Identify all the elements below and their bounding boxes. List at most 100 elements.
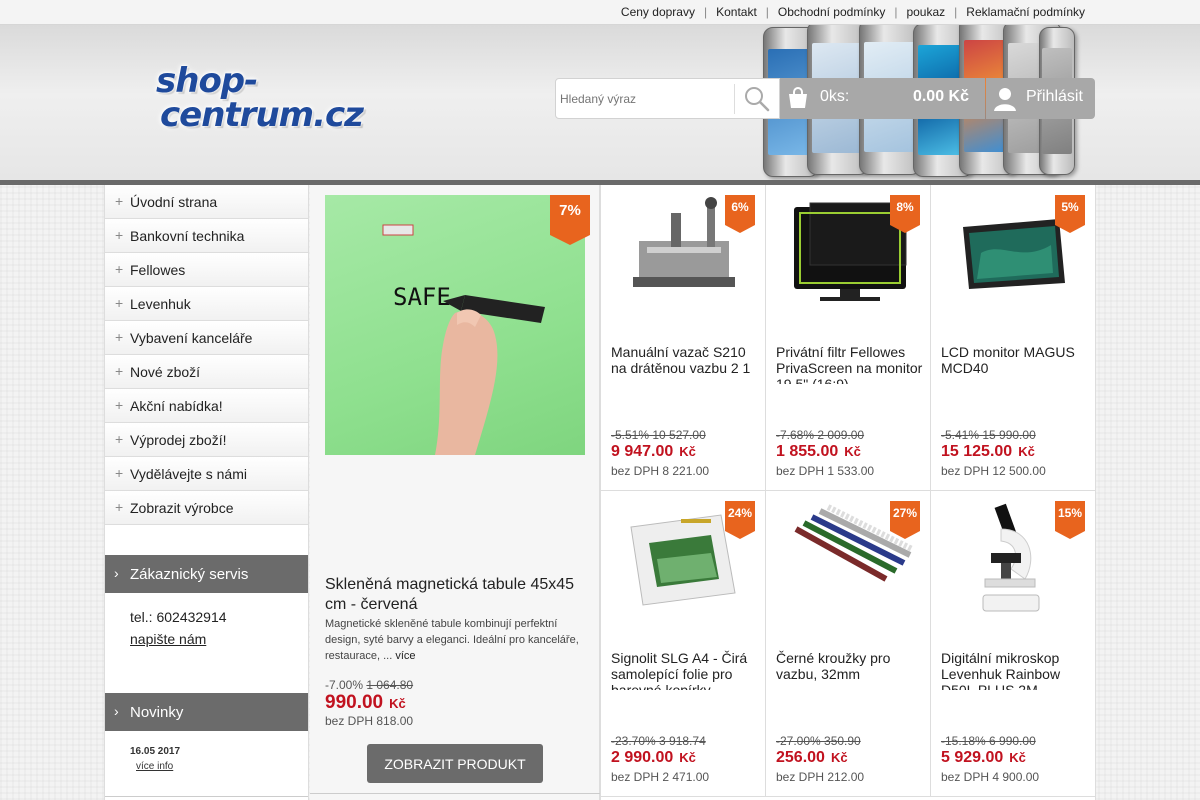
product-name[interactable]: LCD monitor MAGUS MCD40 bbox=[941, 344, 1089, 384]
product-price-vat: bez DPH 2 471.00 bbox=[611, 770, 710, 784]
sidebar-item-manufacturers[interactable]: + Zobrazit výrobce bbox=[105, 491, 308, 525]
cart-count: 0ks: bbox=[820, 88, 850, 105]
featured-product-image[interactable]: SAFE bbox=[325, 195, 585, 455]
plus-icon: + bbox=[115, 431, 124, 447]
product-old-price: -27.00% 350.90 bbox=[776, 734, 861, 748]
product-grid: 6% Manuální vazač S210 na drátěnou vazbu… bbox=[600, 185, 1096, 800]
product-price-value: 2 990.00 bbox=[611, 749, 674, 766]
featured-description: Magnetické skleněné tabule kombinují per… bbox=[325, 616, 585, 664]
product-price-vat: bez DPH 8 221.00 bbox=[611, 464, 710, 478]
product-price: 15 125.00 Kč bbox=[941, 443, 1035, 461]
currency: Kč bbox=[830, 750, 848, 765]
sidebar-item-levenhuk[interactable]: + Levenhuk bbox=[105, 287, 308, 321]
product-card[interactable]: 27% Černé kroužky pro vazbu, 32mm -27.00… bbox=[766, 491, 931, 797]
currency: Kč bbox=[679, 750, 696, 765]
product-card[interactable]: 6% Manuální vazač S210 na drátěnou vazbu… bbox=[601, 185, 766, 491]
link-complaints[interactable]: Reklamační podmínky bbox=[966, 5, 1085, 19]
login-label: Přihlásit bbox=[1026, 88, 1083, 105]
login-button[interactable]: Přihlásit bbox=[986, 78, 1095, 119]
board-writing: SAFE bbox=[393, 283, 451, 311]
view-product-button[interactable]: ZOBRAZIT PRODUKT bbox=[367, 744, 543, 783]
sidebar-item-label: Výprodej zboží! bbox=[130, 432, 227, 448]
product-price-vat: bez DPH 1 533.00 bbox=[776, 464, 875, 478]
shopping-bag-icon bbox=[789, 87, 807, 108]
plus-icon: + bbox=[115, 193, 124, 209]
featured-more-link[interactable]: více bbox=[395, 650, 415, 662]
sidebar-item-new[interactable]: + Nové zboží bbox=[105, 355, 308, 389]
sidebar-item-office[interactable]: + Vybavení kanceláře bbox=[105, 321, 308, 355]
news-header[interactable]: › Novinky bbox=[105, 693, 308, 731]
link-terms[interactable]: Obchodní podmínky bbox=[778, 5, 885, 19]
cart-button[interactable]: 0ks: 0.00 Kč bbox=[780, 78, 985, 119]
product-name[interactable]: Signolit SLG A4 - Čirá samolepící folie … bbox=[611, 650, 759, 690]
product-old-price: -5.41% 15 990.00 bbox=[941, 428, 1036, 442]
cart-total: 0.00 Kč bbox=[912, 88, 969, 105]
sidebar-item-label: Bankovní technika bbox=[130, 228, 245, 244]
sidebar-divider bbox=[105, 796, 308, 797]
product-card[interactable]: 8% Privátní filtr Fellowes PrivaScreen n… bbox=[766, 185, 931, 491]
link-shipping-prices[interactable]: Ceny dopravy bbox=[621, 5, 695, 19]
customer-service-header[interactable]: › Zákaznický servis bbox=[105, 555, 308, 593]
product-name[interactable]: Privátní filtr Fellowes PrivaScreen na m… bbox=[776, 344, 924, 384]
sidebar-item-label: Vydělávejte s námi bbox=[130, 466, 247, 482]
product-old-price: -23.70% 3 918.74 bbox=[611, 734, 706, 748]
product-price-vat: bez DPH 212.00 bbox=[776, 770, 865, 784]
search-divider bbox=[734, 84, 735, 114]
discount-badge: 7% bbox=[550, 195, 590, 245]
search-icon[interactable] bbox=[744, 86, 770, 112]
news-more-link[interactable]: více info bbox=[136, 761, 173, 772]
separator: | bbox=[894, 5, 898, 19]
product-old-price: -7.68% 2 009.00 bbox=[776, 428, 865, 442]
product-price-vat: bez DPH 4 900.00 bbox=[941, 770, 1040, 784]
sidebar-item-fellowes[interactable]: + Fellowes bbox=[105, 253, 308, 287]
product-card[interactable]: 24% Signolit SLG A4 - Čirá samolepící fo… bbox=[601, 491, 766, 797]
product-name[interactable]: Manuální vazač S210 na drátěnou vazbu 2 … bbox=[611, 344, 759, 384]
top-links-bar: Ceny dopravy | Kontakt | Obchodní podmín… bbox=[0, 0, 1200, 25]
discount-badge: 24% bbox=[725, 501, 755, 539]
chevron-right-icon: › bbox=[114, 703, 119, 719]
link-voucher[interactable]: poukaz bbox=[906, 5, 945, 19]
sidebar-item-label: Fellowes bbox=[130, 262, 186, 278]
search-input[interactable] bbox=[560, 79, 735, 118]
discount-badge: 8% bbox=[890, 195, 920, 233]
product-price: 9 947.00 Kč bbox=[611, 443, 696, 461]
sidebar: + Úvodní strana + Bankovní technika + Fello… bbox=[104, 185, 309, 800]
glass-board-illustration: SAFE bbox=[382, 224, 545, 455]
sidebar-item-home[interactable]: + Úvodní strana bbox=[105, 185, 308, 219]
sidebar-item-sale[interactable]: + Výprodej zboží! bbox=[105, 423, 308, 457]
plus-icon: + bbox=[115, 261, 124, 277]
product-name[interactable]: Digitální mikroskop Levenhuk Rainbow D50… bbox=[941, 650, 1089, 690]
product-name[interactable]: Černé kroužky pro vazbu, 32mm bbox=[776, 650, 924, 690]
plus-icon: + bbox=[115, 329, 124, 345]
header: shop- centrum.cz 0ks: 0.00 Kč Přihlásit bbox=[0, 25, 1200, 180]
sidebar-item-banking-tech[interactable]: + Bankovní technika bbox=[105, 219, 308, 253]
sidebar-item-earn[interactable]: + Vydělávejte s námi bbox=[105, 457, 308, 491]
plus-icon: + bbox=[115, 465, 124, 481]
site-logo[interactable]: shop- centrum.cz bbox=[150, 61, 380, 141]
news-title: Novinky bbox=[130, 704, 184, 721]
plus-icon: + bbox=[115, 227, 124, 243]
product-price-value: 9 947.00 bbox=[611, 443, 674, 460]
sidebar-item-label: Vybavení kanceláře bbox=[130, 330, 253, 346]
separator: | bbox=[703, 5, 708, 19]
separator: | bbox=[765, 5, 769, 19]
sidebar-item-offer[interactable]: + Akční nabídka! bbox=[105, 389, 308, 423]
write-us-link[interactable]: napište nám bbox=[130, 631, 227, 647]
phone-number: tel.: 602432914 bbox=[130, 609, 227, 625]
featured-description-text: Magnetické skleněné tabule kombinují per… bbox=[325, 618, 579, 662]
discount-badge: 6% bbox=[725, 195, 755, 233]
featured-divider bbox=[310, 793, 600, 794]
sidebar-item-label: Akční nabídka! bbox=[130, 398, 223, 414]
search-box bbox=[555, 78, 780, 119]
separator: | bbox=[954, 5, 958, 19]
plus-icon: + bbox=[115, 295, 124, 311]
plus-icon: + bbox=[115, 363, 124, 379]
link-contact[interactable]: Kontakt bbox=[716, 5, 757, 19]
featured-price-vat: bez DPH 818.00 bbox=[325, 714, 414, 728]
currency: Kč bbox=[679, 444, 696, 459]
product-card[interactable]: 5% LCD monitor MAGUS MCD40 -5.41% 15 990… bbox=[931, 185, 1096, 491]
top-links-list: Ceny dopravy | Kontakt | Obchodní podmín… bbox=[621, 5, 1085, 19]
plus-icon: + bbox=[115, 499, 124, 515]
featured-title[interactable]: Skleněná magnetická tabule 45x45 cm - če… bbox=[325, 575, 585, 615]
product-card[interactable]: 15% Digitální mikroskop Levenhuk Rainbow… bbox=[931, 491, 1096, 797]
